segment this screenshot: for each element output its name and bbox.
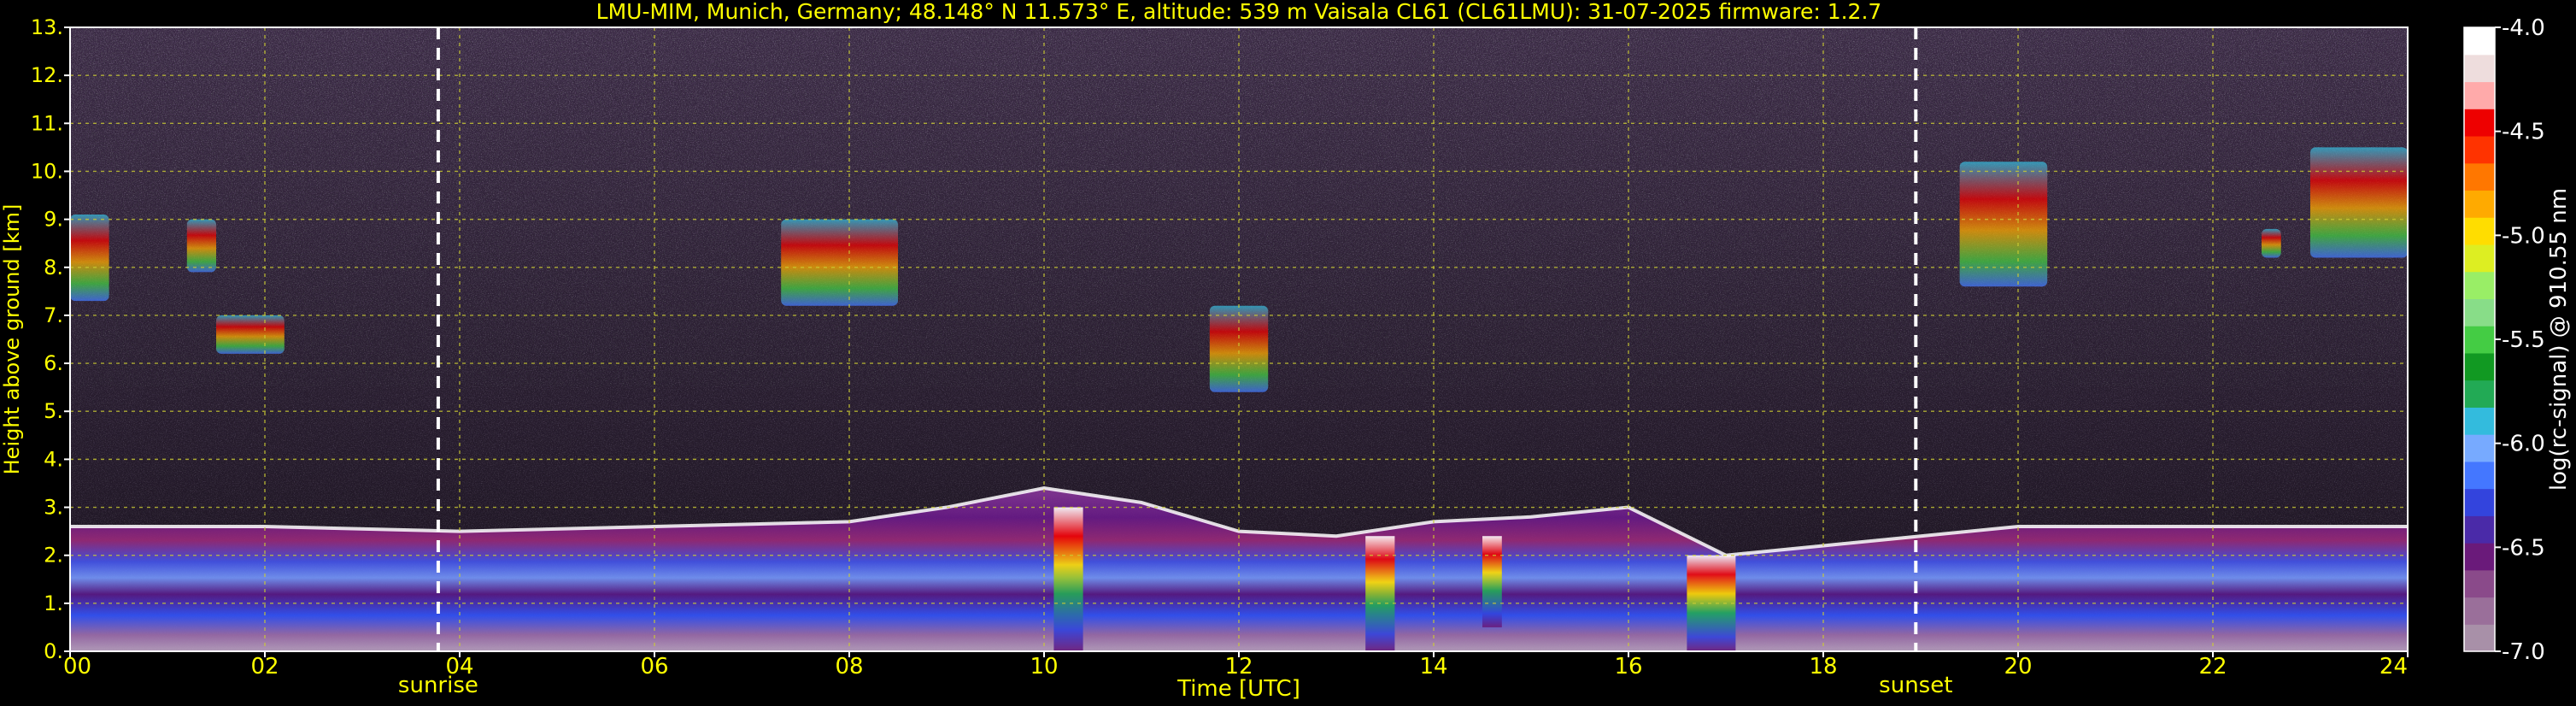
y-tick-label: 3. <box>44 496 63 520</box>
colorbar-tick-label: -5.5 <box>2502 327 2545 353</box>
y-tick-label: 4. <box>44 447 63 471</box>
low-cloud-column <box>1053 507 1083 651</box>
colorbar: -7.0 -6.5 -6.0 -5.5 -5.0 -4.5 -4.0 <box>2463 15 2545 665</box>
colorbar-tick-label: -6.0 <box>2502 432 2545 457</box>
colorbar-swatch <box>2464 298 2495 327</box>
x-tick-label: 06 <box>640 654 668 680</box>
colorbar-swatch <box>2464 407 2495 435</box>
colorbar-swatch <box>2464 244 2495 273</box>
colorbar-swatch <box>2464 434 2495 462</box>
colorbar-swatch <box>2464 352 2495 381</box>
colorbar-swatch <box>2464 54 2495 83</box>
colorbar-tick-label: -6.5 <box>2502 535 2545 561</box>
colorbar-swatch <box>2464 326 2495 354</box>
low-cloud-column <box>1365 536 1395 651</box>
cirrus-cloud <box>2310 147 2408 258</box>
y-tick-label: 11. <box>31 111 63 135</box>
colorbar-swatch <box>2464 271 2495 299</box>
y-axis-label: Height above ground [km] <box>0 204 24 475</box>
y-tick-label: 0. <box>44 639 63 663</box>
cirrus-cloud <box>1209 305 1269 392</box>
colorbar-label: log(rc-signal) @ 910.55 nm <box>2546 188 2572 491</box>
colorbar-swatch <box>2464 27 2495 56</box>
x-tick-label: 10 <box>1030 654 1058 680</box>
colorbar-swatch <box>2464 569 2495 598</box>
colorbar-swatch <box>2464 461 2495 490</box>
sunset-label: sunset <box>1879 673 1952 698</box>
colorbar-tick-label: -5.0 <box>2502 223 2545 249</box>
colorbar-swatch <box>2464 109 2495 137</box>
cirrus-cloud <box>216 315 285 354</box>
x-tick-label: 24 <box>2379 654 2408 680</box>
y-tick-label: 8. <box>44 256 63 279</box>
colorbar-swatch <box>2464 488 2495 516</box>
x-tick-label: 04 <box>445 654 473 680</box>
x-tick-label: 08 <box>835 654 863 680</box>
y-axis-ticks: 0. 1. 2. 3. 4. 5. 6. 7. 8. 9. 10. 11. 12. 13. <box>31 15 70 663</box>
colorbar-swatch <box>2464 217 2495 245</box>
y-tick-label: 6. <box>44 351 63 375</box>
colorbar-swatch <box>2464 597 2495 625</box>
cirrus-cloud <box>186 219 216 273</box>
colorbar-tick-label: -4.0 <box>2502 15 2545 41</box>
y-tick-label: 10. <box>31 159 63 183</box>
colorbar-swatch <box>2464 81 2495 109</box>
y-tick-label: 2. <box>44 544 63 568</box>
x-tick-label: 16 <box>1614 654 1642 680</box>
y-tick-label: 12. <box>31 63 63 87</box>
colorbar-tick-label: -7.0 <box>2502 639 2545 665</box>
colorbar-swatch <box>2464 379 2495 408</box>
low-cloud-column <box>1482 536 1502 627</box>
colorbar-swatch <box>2464 515 2495 544</box>
x-tick-label: 18 <box>1809 654 1837 680</box>
x-tick-label: 02 <box>250 654 279 680</box>
x-tick-label: 00 <box>63 654 91 680</box>
x-tick-label: 22 <box>2198 654 2227 680</box>
cirrus-cloud <box>781 219 898 306</box>
colorbar-swatch <box>2464 135 2495 164</box>
y-tick-label: 7. <box>44 303 63 327</box>
y-tick-label: 9. <box>44 208 63 232</box>
chart-title: LMU-MIM, Munich, Germany; 48.148° N 11.5… <box>596 0 1882 24</box>
colorbar-swatch <box>2464 162 2495 191</box>
x-tick-label: 20 <box>2004 654 2032 680</box>
ceilometer-chart: LMU-MIM, Munich, Germany; 48.148° N 11.5… <box>0 0 2572 702</box>
y-tick-label: 13. <box>31 15 63 39</box>
colorbar-swatch <box>2464 190 2495 218</box>
x-axis-label: Time [UTC] <box>1177 676 1300 702</box>
colorbar-swatch <box>2464 624 2495 652</box>
cirrus-cloud <box>2262 228 2281 258</box>
y-tick-label: 1. <box>44 591 63 615</box>
x-tick-label: 14 <box>1419 654 1447 680</box>
cirrus-cloud <box>70 215 109 302</box>
colorbar-tick-label: -4.5 <box>2502 120 2545 145</box>
colorbar-swatch <box>2464 543 2495 571</box>
y-tick-label: 5. <box>44 399 63 423</box>
